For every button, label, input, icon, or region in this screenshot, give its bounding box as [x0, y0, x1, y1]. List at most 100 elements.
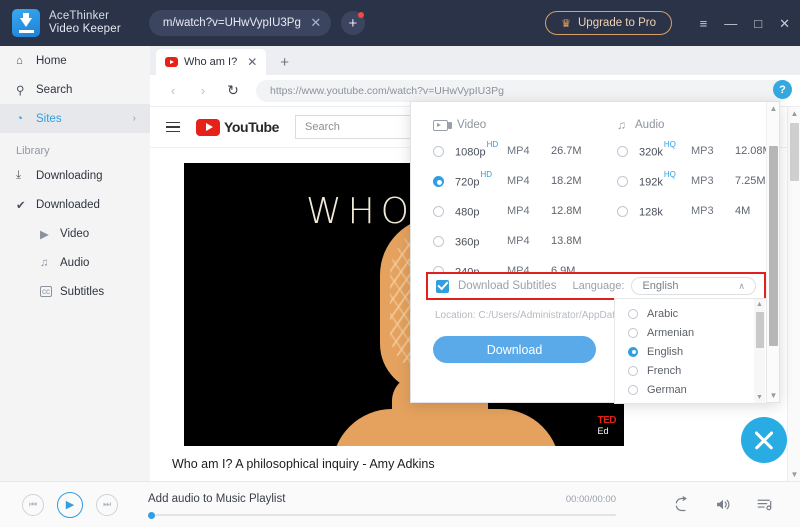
previous-button[interactable]: ⏮	[22, 493, 44, 516]
scroll-up-icon[interactable]: ▲	[767, 102, 780, 115]
video-option-480p[interactable]: 480p MP4 12.8M	[411, 196, 595, 226]
language-option-english[interactable]: English	[615, 342, 766, 361]
url-input[interactable]: https://www.youtube.com/watch?v=UHwVypIU…	[256, 79, 790, 102]
sidebar-item-sites[interactable]: ◔ Sites ›	[0, 104, 150, 133]
download-options-popup: Video 1080pHD MP4 26.7M 720pHD MP4 18.2M…	[410, 101, 780, 404]
language-option-german[interactable]: German	[615, 380, 766, 399]
repeat-icon[interactable]	[673, 496, 690, 513]
scrollbar-thumb[interactable]	[755, 312, 764, 348]
language-option-label: German	[647, 383, 687, 396]
menu-icon[interactable]: ≡	[700, 17, 708, 30]
sidebar-item-audio[interactable]: ♫ Audio	[0, 248, 150, 277]
youtube-play-icon	[196, 118, 220, 136]
url-tab-label: m/watch?v=UHwVypIU3Pg	[162, 17, 301, 29]
audio-option-128k[interactable]: 128k MP3 4M	[595, 196, 779, 226]
player-secondary-controls	[673, 496, 774, 513]
radio-icon[interactable]	[628, 308, 638, 319]
video-title: Who am I? A philosophical inquiry - Amy …	[172, 457, 435, 471]
video-option-720p[interactable]: 720pHD MP4 18.2M	[411, 166, 595, 196]
sidebar-item-downloaded[interactable]: ✔ Downloaded	[0, 190, 150, 219]
forward-button[interactable]: ›	[190, 78, 216, 104]
close-icon[interactable]: ✕	[247, 55, 257, 69]
video-format: MP4	[507, 145, 530, 157]
help-icon[interactable]: ?	[773, 80, 792, 99]
url-tab-chip[interactable]: m/watch?v=UHwVypIU3Pg ✕	[148, 10, 331, 36]
radio-icon[interactable]	[628, 327, 638, 338]
next-button[interactable]: ⏭	[96, 493, 118, 516]
video-option-360p[interactable]: 360p MP4 13.8M	[411, 226, 595, 256]
audio-column: ♫ Audio 320kHQ MP3 12.08M 192kHQ MP3 7.2…	[595, 114, 779, 286]
radio-icon[interactable]	[617, 145, 628, 157]
sidebar-item-search[interactable]: ⚲ Search	[0, 75, 150, 104]
app-window: AceThinker Video Keeper m/watch?v=UHwVyp…	[0, 0, 800, 527]
player-timecode: 00:00/00:00	[565, 494, 616, 505]
video-option-1080p[interactable]: 1080pHD MP4 26.7M	[411, 136, 595, 166]
play-button[interactable]: ▶	[57, 491, 83, 518]
upgrade-to-pro-button[interactable]: ♛ Upgrade to Pro	[545, 11, 672, 35]
player-progress-bar[interactable]	[148, 511, 616, 519]
volume-icon[interactable]	[714, 496, 732, 513]
scroll-up-icon[interactable]: ▲	[754, 299, 765, 310]
maximize-icon[interactable]: □	[754, 17, 762, 30]
new-tab-button[interactable]: +	[280, 54, 289, 71]
audio-option-320k[interactable]: 320kHQ MP3 12.08M	[595, 136, 779, 166]
scrollbar-thumb[interactable]	[769, 146, 778, 346]
video-size: 26.7M	[551, 145, 582, 157]
sidebar-item-video[interactable]: ▶ Video	[0, 219, 150, 248]
minimize-icon[interactable]: —	[724, 17, 737, 30]
sidebar-item-home[interactable]: ⌂ Home	[0, 46, 150, 75]
youtube-logo[interactable]: YouTube	[196, 118, 279, 136]
play-circle-icon: ▶	[40, 228, 49, 241]
home-icon: ⌂	[16, 54, 23, 67]
sidebar-item-label: Home	[36, 54, 67, 67]
back-button[interactable]: ‹	[160, 78, 186, 104]
scroll-down-icon[interactable]: ▼	[788, 468, 800, 481]
sidebar-item-downloading[interactable]: ⤓ Downloading	[0, 161, 150, 190]
radio-icon[interactable]	[433, 175, 444, 187]
browser-tab-who-am-i[interactable]: Who am I? ✕	[156, 49, 267, 75]
audio-format: MP3	[691, 175, 714, 187]
page-scrollbar[interactable]: ▲ ▼	[787, 107, 800, 481]
radio-icon[interactable]	[628, 384, 638, 395]
close-overlay-button[interactable]	[741, 417, 787, 463]
reload-button[interactable]: ↻	[220, 78, 246, 104]
radio-icon[interactable]	[628, 365, 638, 376]
language-option-armenian[interactable]: Armenian	[615, 323, 766, 342]
radio-icon[interactable]	[433, 145, 444, 157]
ted-ed-watermark: TED Ed	[597, 416, 617, 437]
playlist-icon[interactable]	[756, 496, 774, 513]
audio-quality: 128k	[639, 206, 663, 219]
language-list-scrollbar[interactable]: ▲ ▼	[754, 299, 765, 403]
video-format: MP4	[507, 235, 530, 247]
scrollbar-thumb[interactable]	[790, 123, 799, 181]
language-dropdown[interactable]: English ∧	[631, 277, 756, 295]
scroll-down-icon[interactable]: ▼	[754, 392, 765, 403]
scroll-down-icon[interactable]: ▼	[767, 389, 780, 402]
brand-line-2: Video Keeper	[49, 23, 121, 35]
sidebar-item-subtitles[interactable]: cc Subtitles	[0, 277, 150, 306]
hq-badge: HQ	[663, 139, 676, 149]
window-close-icon[interactable]: ✕	[779, 17, 790, 30]
format-columns: Video 1080pHD MP4 26.7M 720pHD MP4 18.2M…	[411, 102, 779, 286]
close-icon[interactable]: ✕	[309, 15, 323, 31]
brand-text: AceThinker Video Keeper	[49, 10, 121, 37]
radio-icon[interactable]	[628, 346, 638, 357]
download-subtitles-row[interactable]: Download Subtitles Language: English ∧	[426, 272, 766, 300]
language-option-arabic[interactable]: Arabic	[615, 304, 766, 323]
radio-icon[interactable]	[433, 205, 444, 217]
scroll-up-icon[interactable]: ▲	[788, 107, 800, 120]
add-tab-button[interactable]: +	[340, 11, 365, 35]
player-progress-handle[interactable]	[148, 511, 155, 519]
language-option-label: Armenian	[647, 326, 695, 339]
radio-icon[interactable]	[433, 235, 444, 247]
sidebar-item-label: Subtitles	[60, 285, 105, 298]
hamburger-menu-icon[interactable]	[166, 121, 180, 133]
audio-option-192k[interactable]: 192kHQ MP3 7.25M	[595, 166, 779, 196]
radio-icon[interactable]	[617, 175, 628, 187]
language-option-french[interactable]: French	[615, 361, 766, 380]
subtitles-checkbox[interactable]	[436, 279, 449, 293]
ed-label: Ed	[597, 426, 609, 436]
popup-scrollbar[interactable]: ▲ ▼	[766, 102, 779, 402]
radio-icon[interactable]	[617, 205, 628, 217]
download-button[interactable]: Download	[433, 336, 596, 363]
